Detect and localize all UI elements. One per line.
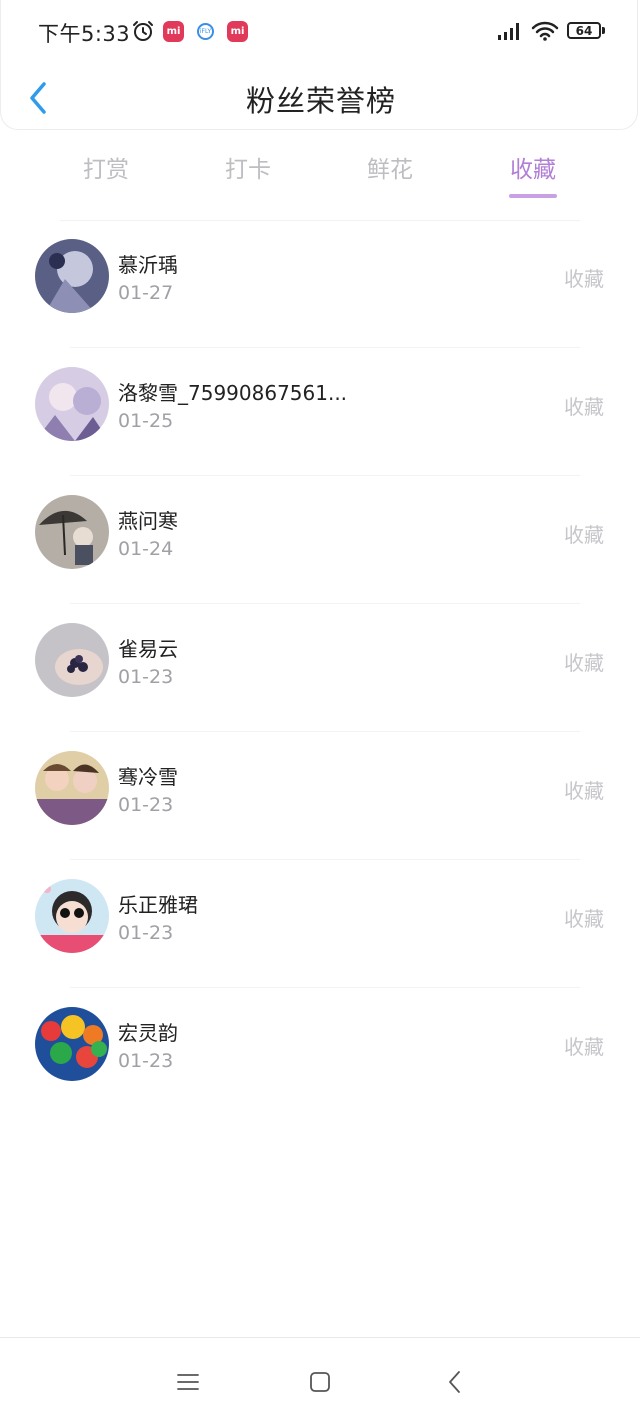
action-tag: 收藏 (564, 1035, 604, 1059)
avatar (35, 879, 109, 953)
divider (70, 475, 580, 476)
tab-reward[interactable]: 打赏 (36, 150, 176, 184)
fan-date: 01-27 (118, 282, 174, 304)
alarm-icon (131, 19, 155, 43)
list-item[interactable]: 骞冷雪 01-23 收藏 (0, 733, 640, 860)
fan-name: 乐正雅珺 (118, 893, 198, 917)
battery-tip (602, 27, 605, 34)
list-item[interactable]: 雀易云 01-23 收藏 (0, 605, 640, 732)
action-tag: 收藏 (564, 907, 604, 931)
mi-app-icon-2: mi (227, 19, 248, 43)
battery-icon: 64 (567, 22, 601, 39)
menu-button[interactable] (168, 1362, 208, 1402)
avatar (35, 623, 109, 697)
avatar (35, 1007, 109, 1081)
home-button[interactable] (300, 1362, 340, 1402)
avatar (35, 751, 109, 825)
list-item[interactable]: 洛黎雪_75990867561... 01-25 收藏 (0, 349, 640, 476)
fan-date: 01-25 (118, 410, 174, 432)
action-tag: 收藏 (564, 395, 604, 419)
divider (70, 731, 580, 732)
avatar (35, 367, 109, 441)
fan-date: 01-23 (118, 666, 174, 688)
tab-checkin[interactable]: 打卡 (178, 150, 318, 184)
back-arrow-icon (449, 1371, 460, 1393)
header-card: 下午5:33 mi iFLY mi 64 粉丝荣誉榜 (0, 0, 638, 130)
mi-app-icon: mi (163, 19, 184, 43)
fan-name: 雀易云 (118, 637, 178, 661)
divider (70, 603, 580, 604)
home-icon (310, 1372, 330, 1392)
action-tag: 收藏 (564, 267, 604, 291)
fan-name: 洛黎雪_75990867561... (118, 381, 348, 405)
wifi-icon (531, 19, 559, 43)
fan-name: 燕问寒 (118, 509, 178, 533)
system-nav-bar (0, 1337, 640, 1423)
menu-icon (177, 1374, 199, 1390)
status-bar: 下午5:33 mi iFLY mi 64 (1, 0, 640, 62)
action-tag: 收藏 (564, 523, 604, 547)
fan-date: 01-23 (118, 922, 174, 944)
signal-icon (497, 19, 523, 43)
action-tag: 收藏 (564, 779, 604, 803)
avatar (35, 239, 109, 313)
tab-bar: 打赏 打卡 鲜花 收藏 (36, 150, 604, 210)
tab-flowers[interactable]: 鲜花 (320, 150, 460, 184)
avatar (35, 495, 109, 569)
list-item[interactable]: 慕沂瑀 01-27 收藏 (0, 221, 640, 348)
status-time: 下午5:33 (38, 22, 131, 46)
fan-date: 01-23 (118, 794, 174, 816)
fan-name: 骞冷雪 (118, 765, 178, 789)
back-nav-button[interactable] (435, 1362, 475, 1402)
divider (70, 347, 580, 348)
divider (70, 859, 580, 860)
divider (70, 987, 580, 988)
fan-date: 01-23 (118, 1050, 174, 1072)
page-title: 粉丝荣誉榜 (245, 84, 396, 118)
list-item[interactable]: 乐正雅珺 01-23 收藏 (0, 861, 640, 988)
action-tag: 收藏 (564, 651, 604, 675)
tab-favorites[interactable]: 收藏 (463, 150, 603, 184)
list-item[interactable]: 宏灵韵 01-23 收藏 (0, 989, 640, 1116)
fan-date: 01-24 (118, 538, 174, 560)
fan-name: 慕沂瑀 (118, 253, 178, 277)
list-item[interactable]: 燕问寒 01-24 收藏 (0, 477, 640, 604)
ifly-app-icon: iFLY (197, 19, 214, 43)
fan-name: 宏灵韵 (118, 1021, 178, 1045)
active-tab-indicator (509, 194, 557, 198)
